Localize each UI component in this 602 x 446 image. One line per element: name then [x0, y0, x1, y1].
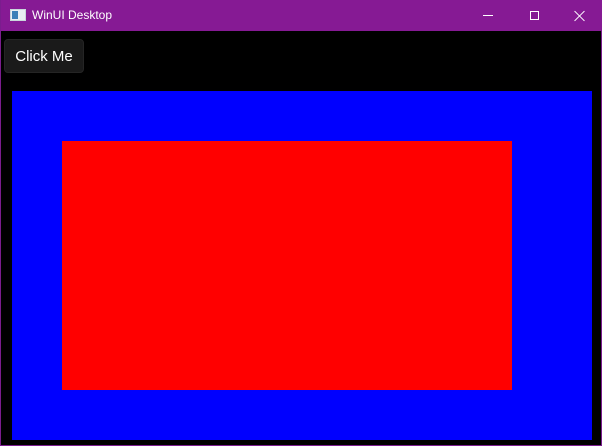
title-bar[interactable]: WinUI Desktop — [1, 0, 602, 31]
close-button[interactable] — [557, 0, 602, 31]
close-icon — [574, 10, 586, 22]
minimize-icon — [483, 15, 493, 16]
outer-blue-rectangle — [12, 91, 592, 440]
maximize-button[interactable] — [511, 0, 557, 31]
maximize-icon — [529, 11, 539, 20]
app-window-icon — [10, 9, 26, 21]
inner-red-rectangle — [62, 141, 512, 390]
app-window: WinUI Desktop Click Me — [0, 0, 602, 446]
click-me-button[interactable]: Click Me — [4, 39, 84, 73]
minimize-button[interactable] — [465, 0, 511, 31]
window-title: WinUI Desktop — [32, 8, 113, 22]
